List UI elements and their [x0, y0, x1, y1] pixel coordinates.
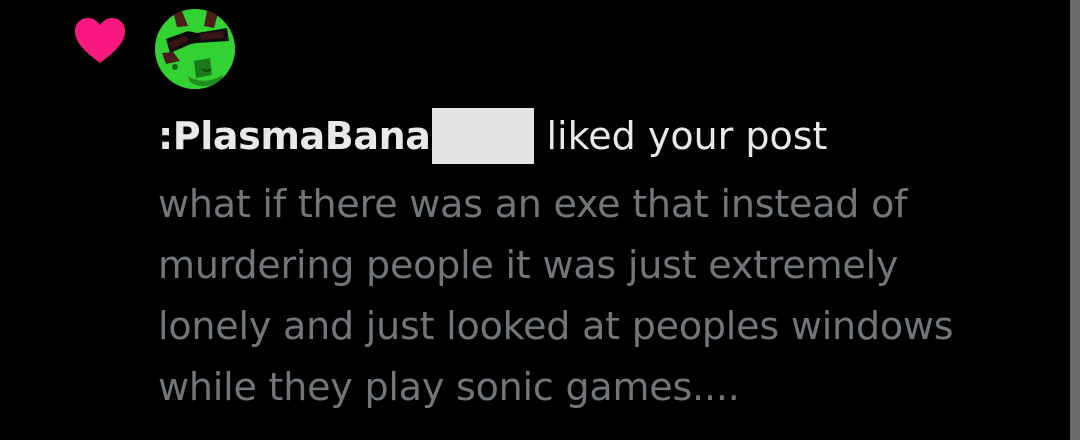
- redaction-box: [432, 108, 535, 164]
- post-preview[interactable]: what if there was an exe that instead of…: [158, 174, 1063, 418]
- notification-headline: :PlasmaBana liked your post: [158, 108, 827, 164]
- post-text-line: while they play sonic games....: [158, 365, 740, 409]
- scrollbar[interactable]: [1070, 0, 1080, 440]
- post-text-line: what if there was an exe that instead of: [158, 182, 908, 226]
- post-text-line: lonely and just looked at peoples window…: [158, 304, 954, 348]
- notification-action-text: liked your post: [546, 114, 828, 158]
- avatar-image: [155, 9, 235, 89]
- like-notification[interactable]: :PlasmaBana liked your post what if there…: [0, 0, 1080, 440]
- avatar[interactable]: [155, 9, 235, 89]
- post-text-line: murdering people it was just extremely: [158, 243, 899, 287]
- username-link[interactable]: :PlasmaBana: [158, 114, 431, 158]
- heart-icon: [75, 18, 125, 63]
